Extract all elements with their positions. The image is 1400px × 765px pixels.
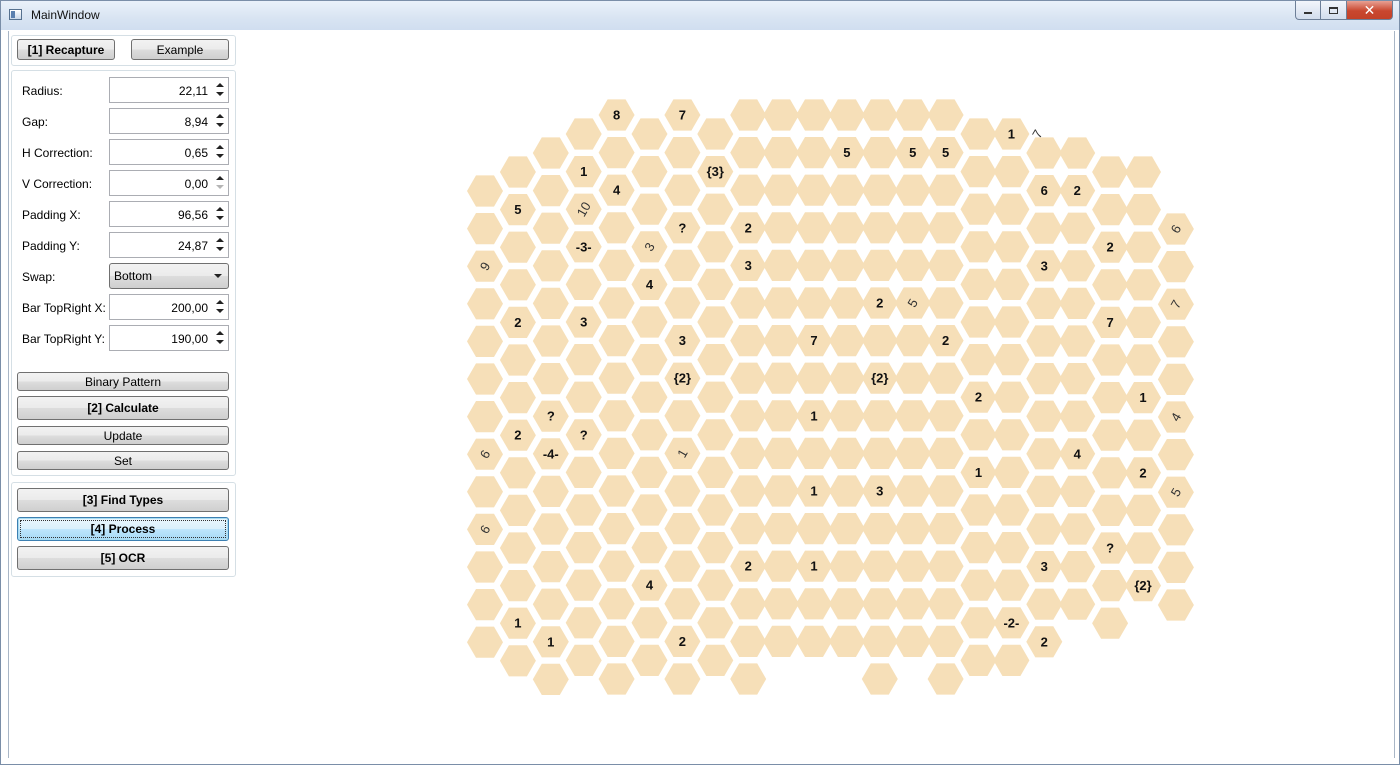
v-correction-input[interactable]: 0,00: [109, 170, 229, 196]
padding-y-label: Padding Y:: [22, 239, 80, 253]
bar-topright-y-input[interactable]: 190,00: [109, 325, 229, 351]
spin-down-icon[interactable]: [216, 309, 224, 313]
padding-y-input[interactable]: 24,87: [109, 232, 229, 258]
maximize-button[interactable]: [1321, 1, 1347, 20]
spin-down-icon[interactable]: [216, 123, 224, 127]
spin-up-icon[interactable]: [216, 238, 224, 242]
minimize-icon: [1304, 12, 1312, 14]
h-correction-input[interactable]: 0,65: [109, 139, 229, 165]
window-title: MainWindow: [31, 8, 100, 22]
dropdown-arrow-icon: [214, 274, 222, 278]
bar-topright-x-label: Bar TopRight X:: [22, 301, 106, 315]
v-correction-spinner[interactable]: [215, 173, 225, 193]
app-icon: [9, 9, 22, 20]
binary-pattern-button[interactable]: Binary Pattern: [17, 372, 229, 391]
spin-down-icon[interactable]: [216, 154, 224, 158]
swap-value: Bottom: [114, 269, 153, 283]
bar-topright-y-label: Bar TopRight Y:: [22, 332, 105, 346]
gap-input[interactable]: 8,94: [109, 108, 229, 134]
close-icon: ✕: [1363, 1, 1376, 18]
padding-y-value: 24,87: [177, 239, 208, 253]
recapture-button[interactable]: [1] Recapture: [17, 39, 115, 60]
spin-down-icon[interactable]: [216, 185, 224, 189]
spin-up-icon[interactable]: [216, 145, 224, 149]
update-button[interactable]: Update: [17, 426, 229, 445]
padding-x-input[interactable]: 96,56: [109, 201, 229, 227]
bar-topright-x-input[interactable]: 200,00: [109, 294, 229, 320]
gap-spinner[interactable]: [215, 111, 225, 131]
radius-spinner[interactable]: [215, 80, 225, 100]
padding-x-value: 96,56: [177, 208, 208, 222]
radius-label: Radius:: [22, 84, 63, 98]
maximize-icon: [1329, 6, 1338, 14]
v-correction-label: V Correction:: [22, 177, 93, 191]
spin-down-icon[interactable]: [216, 92, 224, 96]
spin-down-icon[interactable]: [216, 340, 224, 344]
radius-input[interactable]: 22,11: [109, 77, 229, 103]
set-button[interactable]: Set: [17, 451, 229, 470]
radius-value: 22,11: [178, 84, 208, 98]
example-button[interactable]: Example: [131, 39, 229, 60]
h-correction-label: H Correction:: [22, 146, 93, 160]
padding-x-label: Padding X:: [22, 208, 81, 222]
gap-value: 8,94: [184, 115, 208, 129]
padding-x-spinner[interactable]: [215, 204, 225, 224]
gap-label: Gap:: [22, 115, 49, 129]
swap-label: Swap:: [22, 270, 56, 284]
spin-up-icon[interactable]: [216, 114, 224, 118]
spin-up-icon[interactable]: [216, 83, 224, 87]
spin-up-icon[interactable]: [216, 176, 224, 180]
v-correction-value: 0,00: [184, 177, 208, 191]
bar-topright-x-value: 200,00: [171, 301, 208, 315]
padding-y-spinner[interactable]: [215, 235, 225, 255]
h-correction-spinner[interactable]: [215, 142, 225, 162]
bar-topright-x-spinner[interactable]: [215, 297, 225, 317]
bar-topright-y-spinner[interactable]: [215, 328, 225, 348]
close-button[interactable]: ✕: [1347, 1, 1393, 20]
find-types-button[interactable]: [3] Find Types: [17, 488, 229, 512]
title-bar[interactable]: MainWindow ✕: [1, 1, 1399, 30]
swap-select[interactable]: Bottom: [109, 263, 229, 289]
calculate-button[interactable]: [2] Calculate: [17, 396, 229, 420]
process-button[interactable]: [4] Process: [17, 517, 229, 541]
bar-topright-y-value: 190,00: [171, 332, 208, 346]
h-correction-value: 0,65: [184, 146, 208, 160]
spin-down-icon[interactable]: [216, 216, 224, 220]
minimize-button[interactable]: [1295, 1, 1321, 20]
window-controls: ✕: [1295, 1, 1393, 21]
spin-up-icon[interactable]: [216, 207, 224, 211]
spin-up-icon[interactable]: [216, 331, 224, 335]
ocr-button[interactable]: [5] OCR: [17, 546, 229, 570]
spin-up-icon[interactable]: [216, 300, 224, 304]
spin-down-icon[interactable]: [216, 247, 224, 251]
